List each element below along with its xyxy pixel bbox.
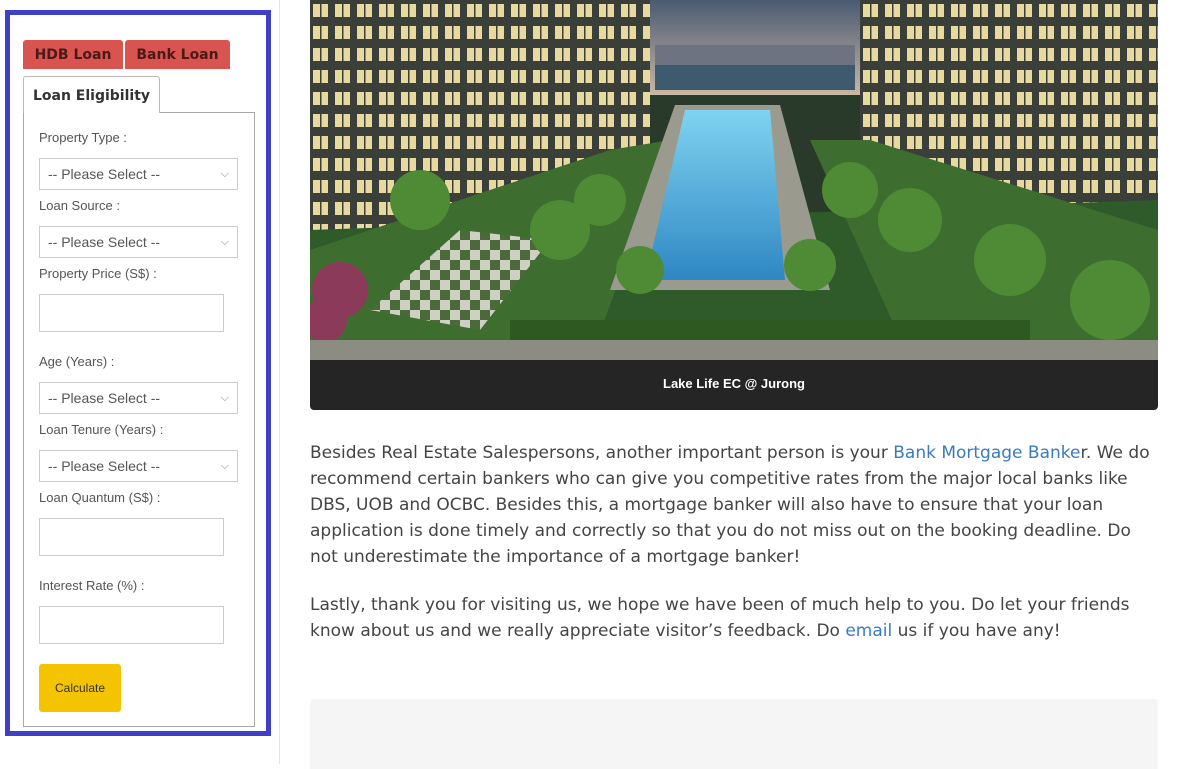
interest-rate-input[interactable] — [39, 606, 224, 644]
property-type-value: -- Please Select -- — [48, 166, 161, 182]
loan-tenure-select[interactable]: -- Please Select -- ⌵ — [39, 450, 238, 482]
property-type-label: Property Type : — [39, 130, 127, 145]
property-type-select[interactable]: -- Please Select -- ⌵ — [39, 158, 238, 190]
paragraph-thanks: Lastly, thank you for visiting us, we ho… — [310, 592, 1158, 644]
tab-loan-eligibility[interactable]: Loan Eligibility — [23, 76, 160, 113]
loan-quantum-label: Loan Quantum (S$) : — [39, 490, 161, 505]
tab-hdb-loan[interactable]: HDB Loan — [23, 40, 123, 69]
property-price-input[interactable] — [39, 294, 224, 332]
paragraph-mortgage-banker: Besides Real Estate Salespersons, anothe… — [310, 440, 1158, 570]
calculate-button[interactable]: Calculate — [39, 664, 121, 712]
loan-source-select[interactable]: -- Please Select -- ⌵ — [39, 226, 238, 258]
loan-calculator-widget: HDB Loan Bank Loan Loan Eligibility Prop… — [5, 10, 271, 736]
paragraph-text: Besides Real Estate Salespersons, anothe… — [310, 443, 894, 463]
property-price-label: Property Price (S$) : — [39, 266, 157, 281]
age-select[interactable]: -- Please Select -- ⌵ — [39, 382, 238, 414]
loan-source-value: -- Please Select -- — [48, 234, 161, 250]
chevron-down-icon: ⌵ — [220, 236, 229, 248]
age-label: Age (Years) : — [39, 354, 115, 369]
content-placeholder-box — [310, 699, 1158, 769]
loan-quantum-input[interactable] — [39, 518, 224, 556]
loan-source-label: Loan Source : — [39, 198, 120, 213]
bank-mortgage-banker-link[interactable]: Bank Mortgage Banke — [893, 443, 1080, 463]
chevron-down-icon: ⌵ — [220, 168, 229, 180]
email-link[interactable]: email — [845, 621, 892, 641]
interest-rate-label: Interest Rate (%) : — [39, 578, 145, 593]
chevron-down-icon: ⌵ — [220, 392, 229, 404]
condo-hero-image — [310, 0, 1158, 360]
tab-bank-loan[interactable]: Bank Loan — [125, 40, 230, 69]
loan-tenure-value: -- Please Select -- — [48, 458, 161, 474]
paragraph-text: us if you have any! — [892, 621, 1061, 641]
image-caption: Lake Life EC @ Jurong — [310, 360, 1158, 410]
loan-eligibility-form: Property Type : -- Please Select -- ⌵ Lo… — [23, 112, 255, 727]
chevron-down-icon: ⌵ — [220, 460, 229, 472]
sidebar-divider — [279, 0, 280, 764]
age-value: -- Please Select -- — [48, 390, 161, 406]
loan-tenure-label: Loan Tenure (Years) : — [39, 422, 164, 437]
